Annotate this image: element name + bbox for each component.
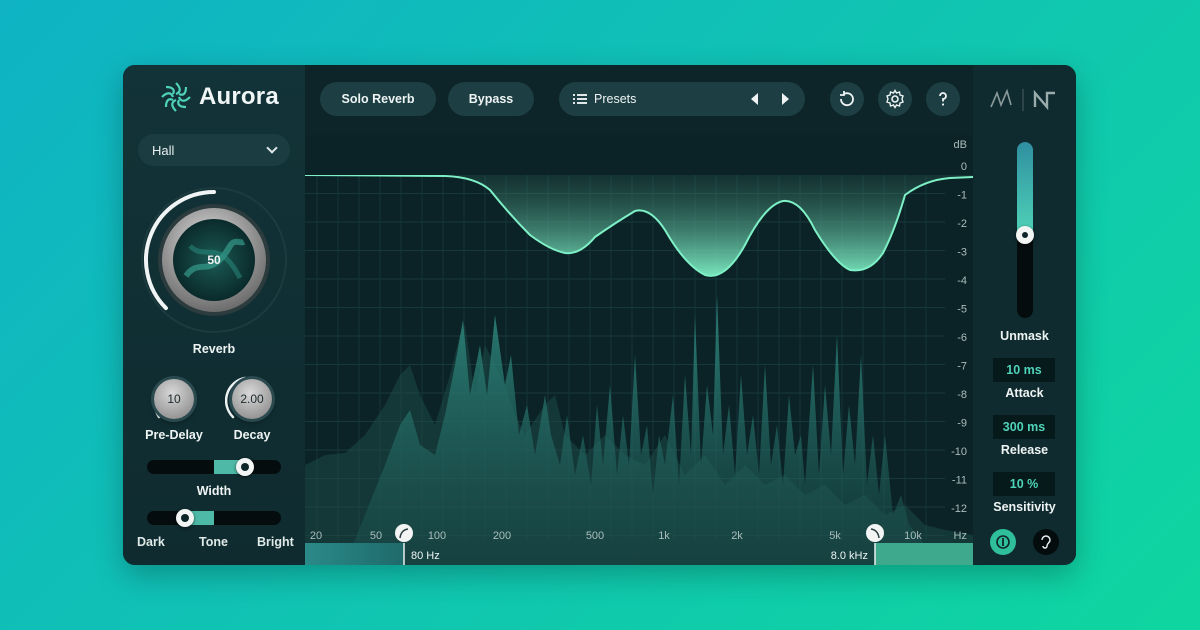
db-tick-label: -1 — [957, 190, 967, 202]
hz-tick-label: 2k — [731, 530, 743, 542]
width-slider[interactable] — [147, 458, 281, 476]
chevron-down-icon — [266, 142, 278, 154]
gear-icon — [886, 89, 904, 109]
left-panel: Aurora Hall 50 Reverb 10 Pre-Delay 2.00 … — [123, 65, 305, 565]
decay-label: Decay — [233, 428, 271, 442]
previous-preset-icon[interactable] — [749, 92, 761, 106]
hz-tick-label: 50 — [370, 530, 382, 542]
tone-bright-label: Bright — [257, 535, 294, 549]
right-panel: Unmask 10 ms Attack 300 ms Release 10 % … — [973, 65, 1076, 565]
hz-tick-label: 5k — [829, 530, 841, 542]
db-tick-label: -6 — [957, 332, 967, 344]
history-icon — [840, 91, 854, 107]
reverb-mode-value: Hall — [152, 142, 175, 158]
db-tick-label: -5 — [957, 304, 967, 316]
high-cut-handle[interactable] — [866, 524, 884, 542]
hz-tick-label: 10k — [904, 530, 922, 542]
next-preset-icon[interactable] — [779, 92, 791, 106]
reverb-label: Reverb — [192, 342, 236, 356]
eq-mask-top — [305, 135, 973, 175]
attack-label: Attack — [1005, 386, 1044, 400]
solo-reverb-button[interactable]: Solo Reverb — [320, 82, 436, 116]
predelay-value: 10 — [167, 392, 181, 406]
high-cut-band — [875, 543, 973, 565]
reverb-value: 50 — [207, 253, 221, 267]
db-tick-label: -12 — [951, 503, 967, 515]
history-button[interactable] — [830, 82, 864, 116]
width-label: Width — [196, 484, 232, 498]
decay-knob[interactable]: 2.00 — [232, 379, 272, 419]
reverb-mode-dropdown[interactable]: Hall — [138, 134, 290, 166]
low-cut-handle[interactable] — [395, 524, 413, 542]
presets-bar[interactable]: Presets — [559, 82, 805, 116]
hz-tick-label: 100 — [428, 530, 446, 542]
db-tick-label: -3 — [957, 247, 967, 259]
tone-label: Tone — [199, 535, 228, 549]
db-tick-label: -11 — [952, 475, 967, 487]
attack-value[interactable]: 10 ms — [993, 358, 1055, 382]
db-tick-label: -8 — [957, 389, 967, 401]
hz-tick-label: 500 — [586, 530, 604, 542]
ear-icon — [1041, 535, 1051, 549]
low-cut-value: 80 Hz — [411, 550, 440, 562]
spectrum-graph[interactable]: dB 0 -1 -2 -3 -4 -5 -6 -7 -8 -9 -10 -11 -12 20 50 100 20… — [305, 135, 973, 565]
release-value[interactable]: 300 ms — [993, 415, 1055, 439]
presets-label: Presets — [594, 92, 637, 106]
sensitivity-label: Sensitivity — [993, 500, 1056, 514]
high-cut-value: 8.0 kHz — [831, 550, 868, 562]
brand-logo-icon — [990, 88, 1055, 111]
db-tick-label: -10 — [951, 446, 967, 458]
db-scale: dB 0 -1 -2 -3 -4 -5 -6 -7 -8 -9 -10 -11 -12 — [951, 139, 967, 515]
tone-slider-thumb[interactable] — [176, 509, 194, 527]
bypass-button[interactable]: Bypass — [448, 82, 534, 116]
db-tick-label: -7 — [957, 361, 967, 373]
db-tick-label: -9 — [957, 418, 967, 430]
decay-value: 2.00 — [240, 392, 264, 406]
listen-toggle-button[interactable] — [990, 529, 1016, 555]
help-icon — [939, 92, 947, 106]
hz-tick-label: 200 — [493, 530, 511, 542]
app-name: Aurora — [199, 83, 279, 110]
low-cut-band — [305, 543, 404, 565]
unmask-label: Unmask — [1000, 329, 1049, 343]
tone-slider[interactable] — [147, 509, 281, 527]
db-tick-label: 0 — [961, 161, 967, 173]
hz-tick-label: 20 — [310, 530, 322, 542]
help-button[interactable] — [926, 82, 960, 116]
ear-button[interactable] — [1033, 529, 1059, 555]
unmask-slider-fill — [1017, 142, 1033, 236]
db-tick-label: -2 — [957, 218, 967, 230]
hz-unit-label: Hz — [954, 530, 967, 542]
tone-dark-label: Dark — [137, 535, 165, 549]
aurora-logo-icon — [161, 82, 191, 112]
spectrum-svg: dB 0 -1 -2 -3 -4 -5 -6 -7 -8 -9 -10 -11 -12 20 50 100 20… — [305, 135, 973, 565]
db-unit-label: dB — [954, 139, 967, 151]
settings-button[interactable] — [878, 82, 912, 116]
predelay-knob[interactable]: 10 — [154, 379, 194, 419]
list-icon — [573, 94, 587, 104]
width-slider-thumb[interactable] — [236, 458, 255, 476]
sensitivity-value[interactable]: 10 % — [993, 472, 1055, 496]
predelay-label: Pre-Delay — [145, 428, 203, 442]
release-label: Release — [1000, 443, 1049, 457]
db-tick-label: -4 — [957, 275, 967, 287]
aurora-plugin-window: Aurora Hall 50 Reverb 10 Pre-Delay 2.00 … — [123, 65, 1076, 565]
power-icon — [996, 535, 1010, 549]
reverb-knob[interactable]: 50 — [140, 186, 288, 334]
hz-tick-label: 1k — [658, 530, 670, 542]
logo: Aurora — [159, 79, 279, 115]
